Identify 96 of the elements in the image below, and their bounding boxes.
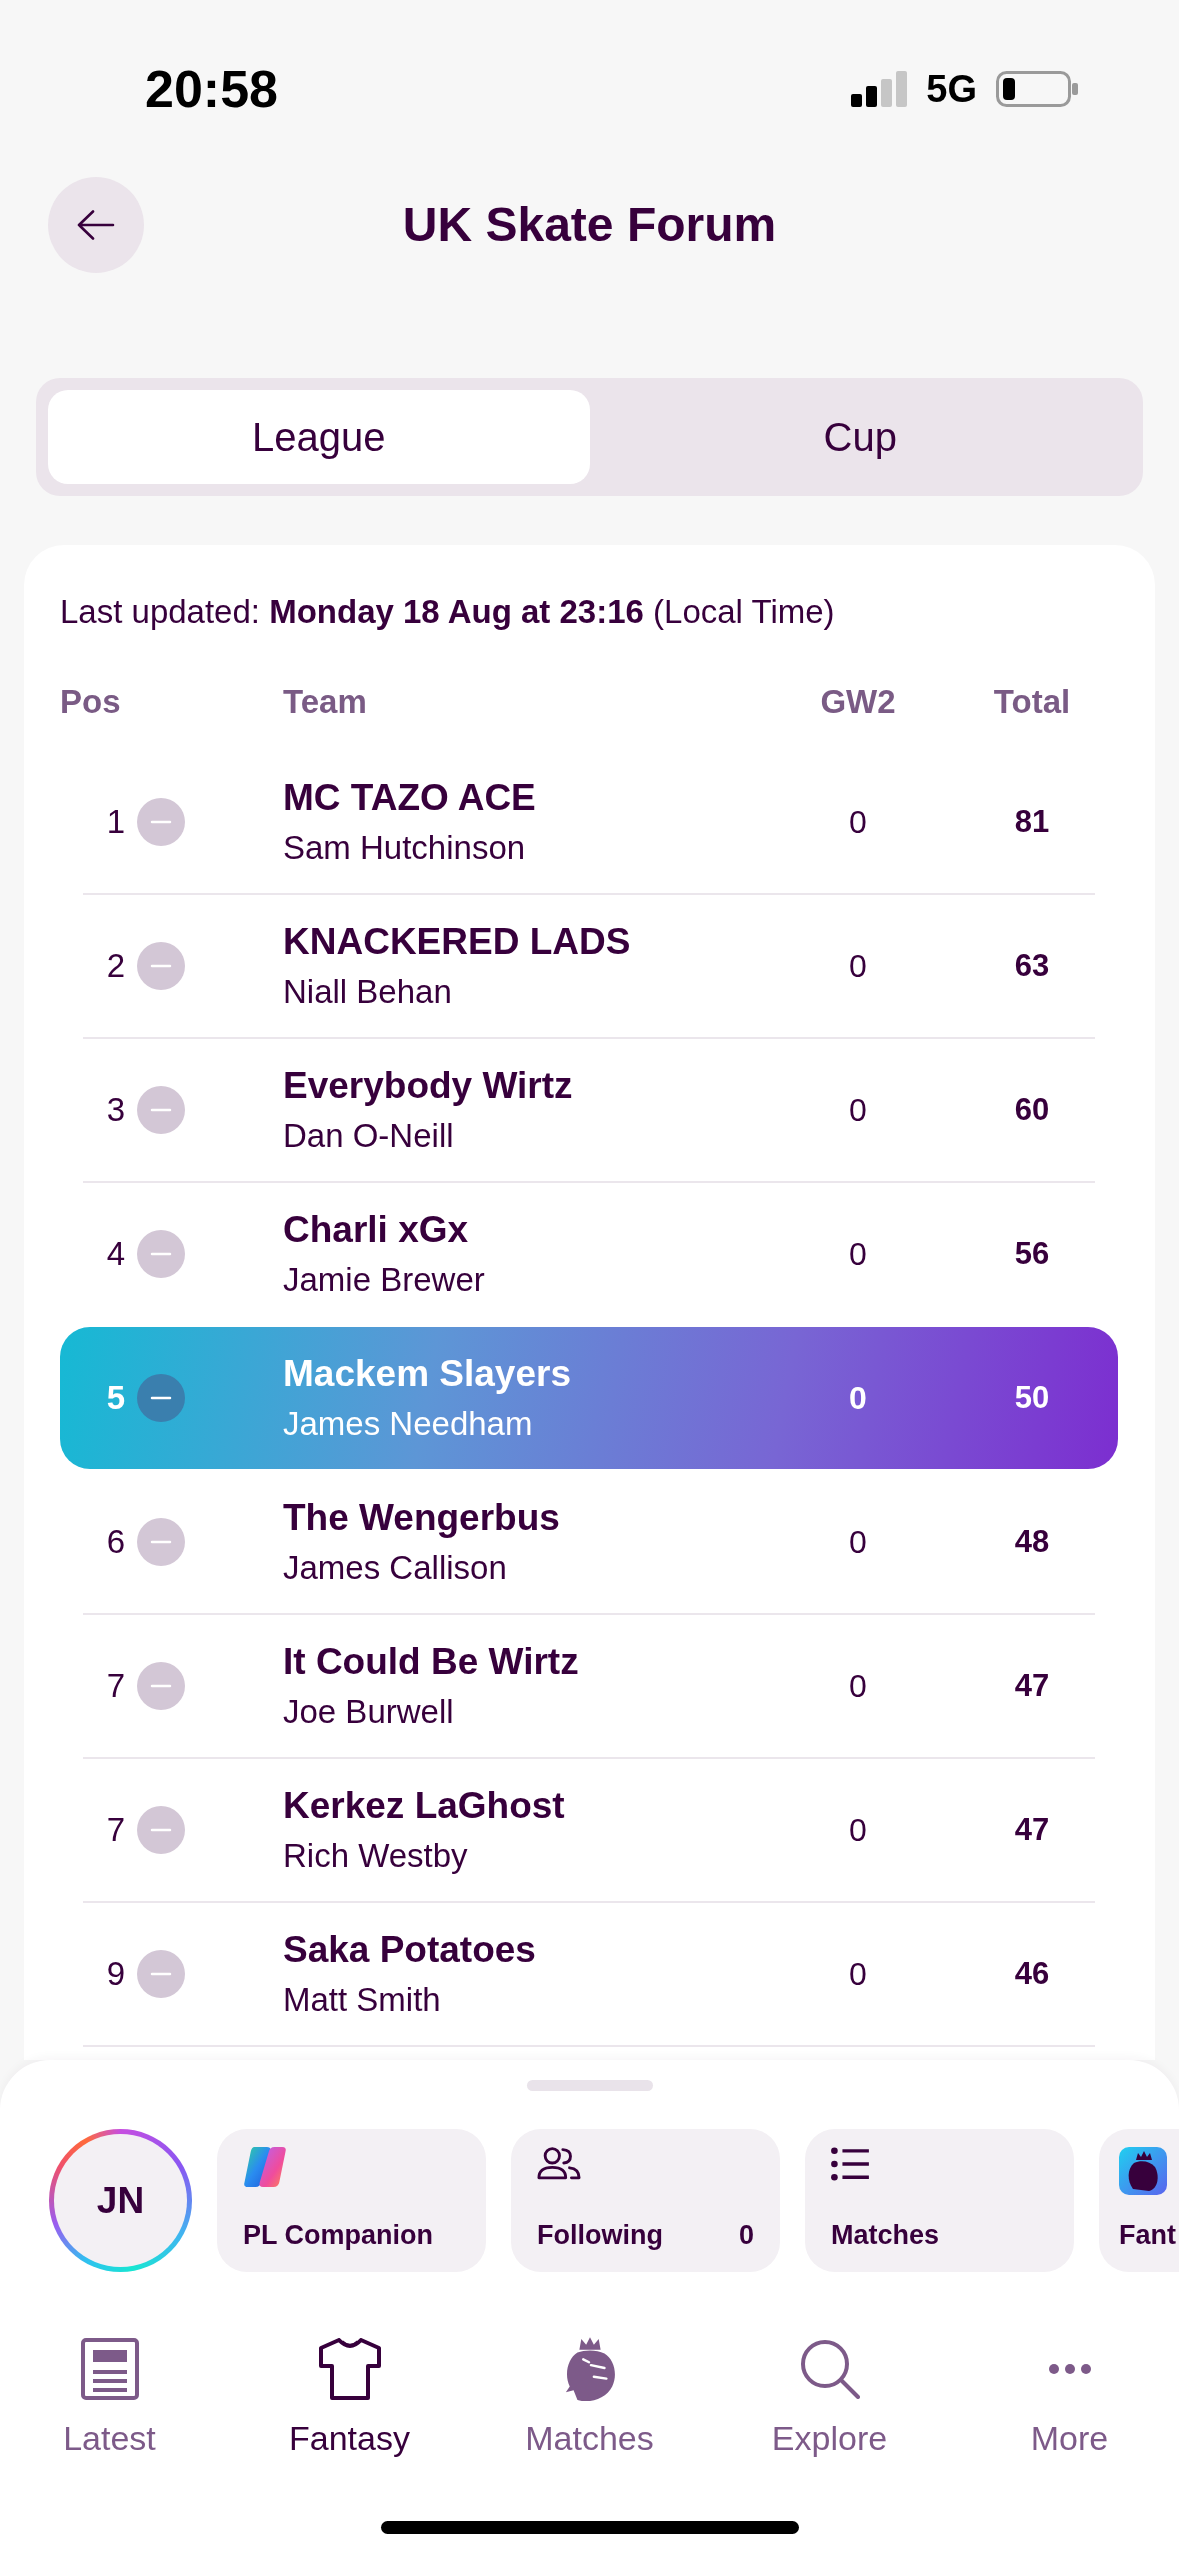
- dash-circle-icon: [137, 1806, 185, 1854]
- more-icon: [1048, 2364, 1091, 2374]
- standings-row[interactable]: 9 Saka Potatoes Matt Smith 0 46: [60, 1903, 1118, 2045]
- team-name: MC TAZO ACE: [283, 776, 536, 820]
- standings-row[interactable]: 3 Everybody Wirtz Dan O-Neill 0 60: [60, 1039, 1118, 1181]
- team-name: Mackem Slayers: [283, 1352, 571, 1396]
- rank-number: 3: [105, 1090, 125, 1130]
- signal-icon: [851, 70, 908, 107]
- total-points: 46: [1014, 1955, 1050, 1993]
- tab-bar-item[interactable]: Matches: [479, 2337, 700, 2460]
- team-name: Everybody Wirtz: [283, 1064, 573, 1108]
- tab-bar-item[interactable]: More: [959, 2337, 1179, 2460]
- newspaper-icon: [80, 2338, 139, 2400]
- manager-name: Niall Behan: [283, 972, 452, 1012]
- standings-row[interactable]: 6 The Wengerbus James Callison 0 48: [60, 1471, 1118, 1613]
- dash-circle-icon: [137, 1374, 185, 1422]
- gameweek-points: 0: [849, 1667, 867, 1706]
- shortcut-chip[interactable]: Matches: [805, 2129, 1074, 2272]
- segment-tab[interactable]: Cup: [589, 390, 1131, 484]
- column-header: Pos: [60, 682, 122, 722]
- standings-row[interactable]: 1 MC TAZO ACE Sam Hutchinson 0 81: [60, 751, 1118, 893]
- rank-number: 2: [105, 946, 125, 986]
- rank-number: 1: [105, 802, 125, 842]
- network-label: 5G: [926, 69, 977, 108]
- standings-row[interactable]: 2 KNACKERED LADS Niall Behan 0 63: [60, 895, 1118, 1037]
- gameweek-points: 0: [849, 1379, 867, 1418]
- count-text: 0: [738, 2219, 754, 2252]
- rank-number: 7: [105, 1666, 125, 1706]
- team-name: Kerkez LaGhost: [283, 1784, 565, 1828]
- dash-circle-icon: [137, 1230, 185, 1278]
- team-name: Charli xGx: [283, 1208, 469, 1252]
- crest-tile-icon: [1119, 2147, 1167, 2195]
- tab-bar-item[interactable]: Latest: [0, 2337, 220, 2460]
- battery-icon: [996, 70, 1078, 107]
- manager-name: Jamie Brewer: [283, 1260, 485, 1300]
- tab-bar-item[interactable]: Fantasy: [239, 2337, 460, 2460]
- shortcut-chip[interactable]: PL Companion: [217, 2129, 486, 2272]
- dash-circle-icon: [137, 798, 185, 846]
- standings-row[interactable]: 7 Kerkez LaGhost Rich Westby 0 47: [60, 1759, 1118, 1901]
- shirt-icon: [317, 2338, 382, 2400]
- last-updated-text: Last updated: Monday 18 Aug at 23:16 (Local Time): [60, 592, 836, 632]
- team-name: It Could Be Wirtz: [283, 1640, 579, 1684]
- manager-name: Dan O-Neill: [283, 1116, 454, 1156]
- manager-name: James Needham: [283, 1404, 533, 1444]
- standings-row[interactable]: 7 It Could Be Wirtz Joe Burwell 0 47: [60, 1615, 1118, 1757]
- standings-row[interactable]: 4 Charli xGx Jamie Brewer 0 56: [60, 1183, 1118, 1325]
- dash-circle-icon: [137, 942, 185, 990]
- team-name: The Wengerbus: [283, 1496, 560, 1540]
- gameweek-points: 0: [849, 1811, 867, 1850]
- gameweek-points: 0: [849, 803, 867, 842]
- team-name: KNACKERED LADS: [283, 920, 631, 964]
- drag-handle[interactable]: [526, 2080, 653, 2091]
- swirl-logo-icon: [243, 2147, 287, 2187]
- rank-number: 6: [105, 1522, 125, 1562]
- back-arrow-icon: [77, 210, 115, 240]
- dash-circle-icon: [137, 1086, 185, 1134]
- home-indicator[interactable]: [380, 2521, 799, 2534]
- dash-circle-icon: [137, 1662, 185, 1710]
- rank-number: 9: [105, 1954, 125, 1994]
- column-header: GW2: [819, 682, 897, 722]
- total-points: 50: [1014, 1379, 1050, 1417]
- rank-number: 5: [105, 1378, 125, 1418]
- gameweek-points: 0: [849, 1235, 867, 1274]
- column-header: Team: [283, 682, 368, 722]
- people-icon: [537, 2147, 581, 2180]
- total-points: 56: [1014, 1235, 1050, 1273]
- column-header: Total: [992, 682, 1072, 722]
- total-points: 60: [1014, 1091, 1050, 1129]
- rank-number: 7: [105, 1810, 125, 1850]
- tab-bar-item[interactable]: Explore: [719, 2337, 940, 2460]
- rank-number: 4: [105, 1234, 125, 1274]
- dash-circle-icon: [137, 1518, 185, 1566]
- manager-name: Rich Westby: [283, 1836, 468, 1876]
- shortcut-chip[interactable]: Fant: [1099, 2129, 1179, 2272]
- gameweek-points: 0: [849, 1523, 867, 1562]
- list-icon: [831, 2147, 869, 2181]
- manager-name: Joe Burwell: [283, 1692, 454, 1732]
- search-icon: [799, 2339, 860, 2399]
- dash-circle-icon: [137, 1950, 185, 1998]
- gameweek-points: 0: [849, 947, 867, 986]
- shortcut-chip[interactable]: Following 0: [511, 2129, 780, 2272]
- clock-time: 20:58: [145, 62, 278, 115]
- gameweek-points: 0: [849, 1091, 867, 1130]
- manager-name: Matt Smith: [283, 1980, 441, 2020]
- manager-name: Sam Hutchinson: [283, 828, 526, 868]
- total-points: 48: [1014, 1523, 1050, 1561]
- team-name: Saka Potatoes: [283, 1928, 536, 1972]
- total-points: 81: [1014, 803, 1050, 841]
- manager-name: James Callison: [283, 1548, 507, 1588]
- page-title: UK Skate Forum: [402, 197, 777, 254]
- segment-tab[interactable]: League: [48, 390, 590, 484]
- total-points: 47: [1014, 1811, 1050, 1849]
- total-points: 63: [1014, 947, 1050, 985]
- gameweek-points: 0: [849, 1955, 867, 1994]
- total-points: 47: [1014, 1667, 1050, 1705]
- standings-row[interactable]: 5 Mackem Slayers James Needham 0 50: [60, 1327, 1118, 1469]
